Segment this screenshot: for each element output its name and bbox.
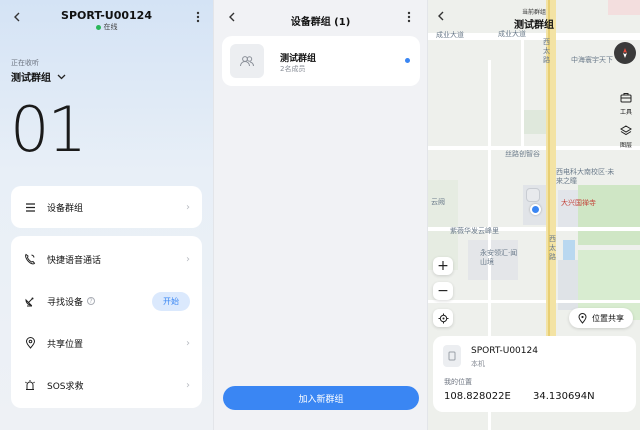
location-pin-icon <box>23 336 37 350</box>
status-text: 在线 <box>103 23 118 31</box>
device-name-title: SPORT-U00124 <box>61 9 152 22</box>
my-location-dot <box>530 204 541 215</box>
device-name: SPORT-U00124 <box>471 346 538 356</box>
group-selector[interactable]: 测试群组 <box>11 69 66 84</box>
menu-sos-label: SOS求救 <box>47 381 84 392</box>
satellite-dish-icon <box>23 294 37 308</box>
menu-device-group[interactable]: 设备群组 › <box>11 186 202 228</box>
zoom-in-button[interactable]: + <box>433 257 453 275</box>
join-group-button[interactable]: 加入新群组 <box>223 386 419 410</box>
menu-sos[interactable]: SOS求救 › <box>11 364 202 406</box>
online-status: 在线 <box>0 22 213 32</box>
current-group-label: 当前群组 <box>521 9 546 16</box>
chevron-right-icon: › <box>186 253 190 265</box>
map-label: 西太路 <box>543 38 550 64</box>
menu-find-device-label: 寻找设备 <box>47 297 84 308</box>
more-icon[interactable] <box>400 8 418 26</box>
device-role: 本机 <box>471 360 485 368</box>
tools-button[interactable]: 工具 <box>615 88 637 116</box>
list-icon <box>23 200 37 214</box>
page-title: 设备群组 (1) <box>290 17 351 28</box>
menu-share-location-label: 共享位置 <box>47 339 84 350</box>
locate-me-button[interactable] <box>433 309 453 327</box>
map-label: 永安领汇·闻山境 <box>480 249 518 266</box>
map-label: 西太路 <box>549 235 556 261</box>
map-label: 成业大道 <box>436 31 464 39</box>
map-label: 大兴国禅寺 <box>561 199 596 207</box>
latitude-value: 34.130694N <box>533 391 595 402</box>
alarm-siren-icon <box>23 378 37 392</box>
actions-card: 快捷语音通话 › 寻找设备 ? 开始 共享位置 › SOS求救 › <box>11 236 202 408</box>
location-share-label: 位置共享 <box>592 313 624 323</box>
menu-device-group-label: 设备群组 <box>47 203 84 214</box>
phone-icon <box>23 252 37 266</box>
chevron-down-icon <box>57 74 66 79</box>
layers-button[interactable]: 图层 <box>615 121 637 149</box>
layers-label: 图层 <box>619 142 632 149</box>
layers-icon <box>620 125 632 136</box>
map-label: 云阙 <box>431 198 445 206</box>
device-thumbnail-icon <box>443 345 461 367</box>
active-group-dot <box>405 58 410 63</box>
map-label: 成业大道 <box>498 30 526 38</box>
menu-voice-call-label: 快捷语音通话 <box>47 255 102 266</box>
group-name: 测试群组 <box>280 54 317 64</box>
menu-voice-call[interactable]: 快捷语音通话 › <box>11 238 202 280</box>
more-icon[interactable] <box>189 8 207 26</box>
menu-share-location[interactable]: 共享位置 › <box>11 322 202 364</box>
map-label: 紫薇华发云峰里 <box>450 227 499 235</box>
zoom-out-button[interactable]: − <box>433 282 453 300</box>
longitude-value: 108.828022E <box>444 391 511 402</box>
device-marker-icon[interactable] <box>526 188 540 202</box>
menu-find-device[interactable]: 寻找设备 ? 开始 <box>11 280 202 322</box>
location-pin-icon <box>578 312 587 324</box>
current-group-name: 测试群组 <box>11 73 51 84</box>
chevron-right-icon: › <box>186 379 190 391</box>
map-label: 丝路创智谷 <box>505 150 540 158</box>
online-dot-icon <box>95 24 101 30</box>
crosshair-icon <box>438 313 448 323</box>
device-home-panel: SPORT-U00124 在线 正在收听 测试群组 01 设备群组 › 快捷语音… <box>0 0 213 430</box>
map-label: 西电科大南校区·未来之瞳 <box>556 168 615 185</box>
help-icon[interactable]: ? <box>87 297 96 305</box>
device-group-panel: 设备群组 (1) 测试群组 2名成员 加入新群组 <box>213 0 427 430</box>
group-name-title: 测试群组 <box>514 20 554 31</box>
device-info-card: SPORT-U00124 本机 我的位置 108.828022E 34.1306… <box>433 336 636 412</box>
find-device-start-button[interactable]: 开始 <box>152 291 190 311</box>
group-avatar-icon <box>230 44 264 78</box>
channel-number: 01 <box>10 93 87 166</box>
group-list-item[interactable]: 测试群组 2名成员 <box>222 36 420 86</box>
chevron-right-icon: › <box>186 201 190 213</box>
chevron-right-icon: › <box>186 337 190 349</box>
receiving-label: 正在收听 <box>11 59 39 67</box>
device-group-card[interactable]: 设备群组 › <box>11 186 202 228</box>
member-count: 2名成员 <box>280 65 306 73</box>
my-location-label: 我的位置 <box>444 378 472 386</box>
location-share-button[interactable]: 位置共享 <box>569 308 633 328</box>
toolbox-icon <box>620 93 632 103</box>
map-panel[interactable]: 当前群组 测试群组 成业大道 成业大道 西太路 中海寰宇天下 丝路创智谷 西电科… <box>427 0 640 430</box>
map-label: 中海寰宇天下 <box>571 56 613 64</box>
compass-icon[interactable] <box>614 42 636 64</box>
tools-label: 工具 <box>619 109 632 116</box>
